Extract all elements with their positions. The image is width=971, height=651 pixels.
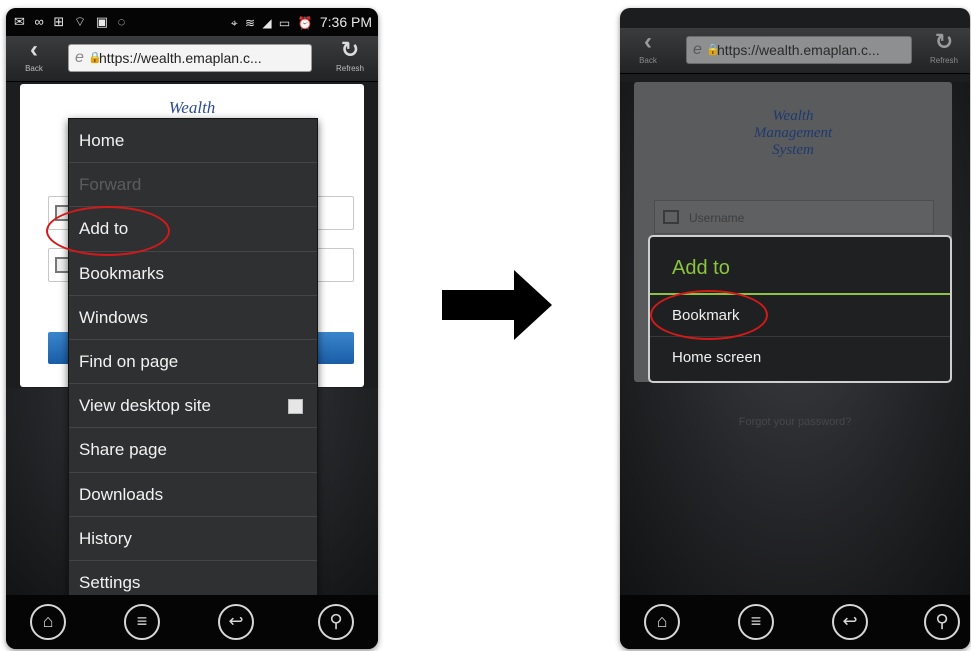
android-nav-bar: ⌂ ≡ ↩ ⚲ [6,595,378,649]
status-bar: ✉ ∞ ⊞ ⌔ ▣ ◌ ⌖ ≋ ◢ ▭ ⏰ 7:36 PM [6,8,378,36]
right-arrow-icon [442,270,552,340]
menu-item-label: Windows [79,307,148,327]
menu-item-label: Share page [79,440,167,460]
menu-item-label: View desktop site [79,396,211,416]
brand-line-2: Management [753,125,833,141]
android-nav-bar: ⌂ ≡ ↩ ⚲ [620,595,970,649]
browser-e-icon: e [75,49,84,66]
menu-item-windows[interactable]: Windows [69,296,317,340]
back-chevron-icon: ‹ [30,36,38,63]
back-button[interactable]: ‹ Back [624,28,672,74]
menu-item-label: Find on page [79,351,179,371]
home-icon[interactable]: ⌂ [644,604,680,640]
back-label: Back [639,56,657,65]
lock-icon: 🔒 [88,52,102,64]
username-field[interactable]: Username [654,200,934,234]
brand-line-1: Wealth [772,108,814,124]
add-to-dialog: Add to Bookmark Home screen [648,235,952,383]
url-bar[interactable]: e 🔒 https://wealth.emaplan.c... [686,36,912,64]
forgot-password-link[interactable]: Forgot your password? [620,416,970,428]
status-indicators: ⌖ ≋ ◢ ▭ ⏰ [230,16,315,30]
desktop-site-checkbox[interactable] [288,399,303,415]
username-placeholder: Username [689,211,745,225]
menu-item-label: Forward [79,175,142,195]
user-icon [663,210,679,224]
menu-item-forward: Forward [69,163,317,208]
refresh-label: Refresh [929,56,958,65]
refresh-icon: ↻ [934,29,954,54]
brand-line-3: System [772,142,814,158]
lock-icon: 🔒 [706,44,720,56]
back-button[interactable]: ‹ Back [10,36,58,82]
menu-item-share-page[interactable]: Share page [69,428,317,473]
dialog-option-bookmark[interactable]: Bookmark [650,295,950,337]
menu-item-home[interactable]: Home [69,119,317,164]
status-icons-right: ⌖ ≋ ◢ ▭ ⏰ 7:36 PM [231,14,372,31]
menu-item-label: Downloads [79,484,164,504]
search-icon[interactable]: ⚲ [924,604,960,640]
url-text: https://wealth.emaplan.c... [99,50,262,66]
browser-toolbar: ‹ Back e 🔒 https://wealth.emaplan.c... ↻… [620,28,970,74]
menu-item-add-to[interactable]: Add to [69,207,317,252]
menu-item-settings[interactable]: Settings [69,561,317,595]
right-phone-screenshot: ‹ Back e 🔒 https://wealth.emaplan.c... ↻… [620,8,970,649]
status-icons-left: ✉ ∞ ⊞ ⌔ ▣ ◌ [14,14,129,29]
menu-icon[interactable]: ≡ [738,604,774,640]
browser-toolbar: ‹ Back e 🔒 https://wealth.emaplan.c... ↻… [6,36,378,82]
menu-item-label: Bookmarks [79,263,165,283]
menu-item-label: Home [79,131,125,150]
browser-overflow-menu: Home Forward Add to Bookmarks Windows Fi… [68,118,318,596]
home-icon[interactable]: ⌂ [30,604,66,640]
dialog-title: Add to [650,237,950,295]
refresh-label: Refresh [335,64,364,73]
brand-title: Wealth Management System [634,108,952,159]
menu-item-history[interactable]: History [69,517,317,561]
menu-item-view-desktop-site[interactable]: View desktop site [69,384,317,429]
brand-title: Wealth [168,98,216,117]
menu-item-bookmarks[interactable]: Bookmarks [69,252,317,296]
url-bar[interactable]: e 🔒 https://wealth.emaplan.c... [68,44,312,72]
dialog-option-label: Bookmark [672,307,740,324]
browser-e-icon: e [693,41,702,58]
dialog-option-home-screen[interactable]: Home screen [650,337,950,379]
url-text: https://wealth.emaplan.c... [717,42,880,58]
back-icon[interactable]: ↩ [832,604,868,640]
search-icon[interactable]: ⚲ [318,604,354,640]
back-chevron-icon: ‹ [644,28,652,55]
back-icon[interactable]: ↩ [218,604,254,640]
refresh-button[interactable]: ↻ Refresh [326,36,374,82]
menu-item-label: Add to [79,219,129,239]
menu-item-downloads[interactable]: Downloads [69,473,317,517]
menu-icon[interactable]: ≡ [124,604,160,640]
refresh-icon: ↻ [340,37,360,62]
back-label: Back [25,64,43,73]
menu-item-find-on-page[interactable]: Find on page [69,340,317,385]
left-phone-screenshot: ✉ ∞ ⊞ ⌔ ▣ ◌ ⌖ ≋ ◢ ▭ ⏰ 7:36 PM ‹ Back e 🔒… [6,8,378,649]
dialog-option-label: Home screen [672,349,762,366]
status-time: 7:36 PM [319,14,372,30]
refresh-button[interactable]: ↻ Refresh [920,28,968,74]
menu-item-label: History [79,528,132,548]
menu-item-label: Settings [79,572,141,592]
